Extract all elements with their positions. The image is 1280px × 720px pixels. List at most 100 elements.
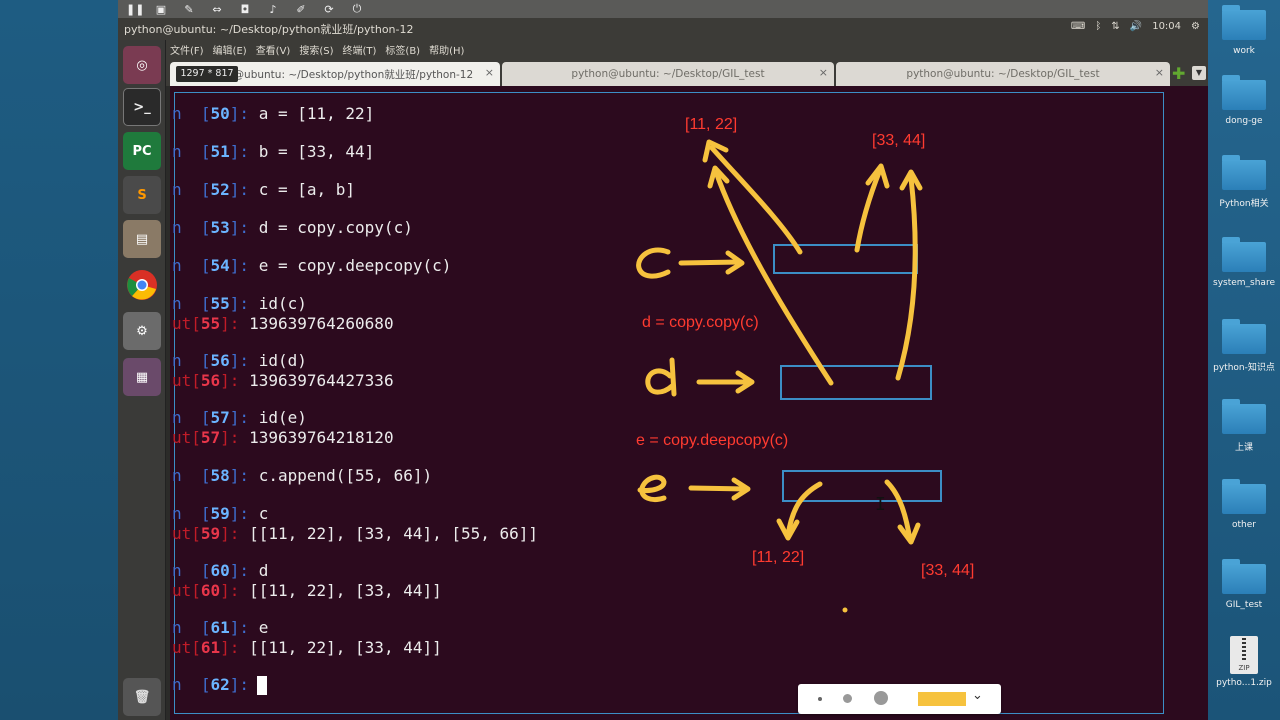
line-content: id(e) (258, 408, 307, 427)
new-tab-icon[interactable]: ✚ (1172, 64, 1185, 83)
folder-icon[interactable] (1222, 318, 1266, 354)
power-icon[interactable]: ⏻ (350, 2, 364, 16)
sublime-text-icon[interactable]: S (123, 176, 161, 214)
chevron-down-icon[interactable]: ⌄ (972, 688, 983, 703)
input-line: n [60]: d (172, 561, 269, 580)
terminal-icon[interactable]: >_ (123, 88, 161, 126)
tab-gil-test-2[interactable]: python@ubuntu: ~/Desktop/GIL_test × (836, 62, 1170, 86)
desktop-icon-label: GIL_test (1225, 600, 1263, 610)
pen-size-small[interactable] (818, 697, 822, 701)
close-icon[interactable]: × (1155, 66, 1164, 79)
folder-icon[interactable] (1222, 478, 1266, 514)
resize-icon[interactable]: ⇔ (210, 3, 224, 16)
prompt-number: 51 (210, 142, 230, 161)
output-line: ut[57]: 139639764218120 (172, 428, 394, 447)
line-content: id(d) (258, 351, 307, 370)
zip-file-icon[interactable]: ZIP (1222, 636, 1266, 674)
prompt-number: 61 (200, 638, 221, 657)
recorder-toolbar: ❚❚ ▣ ✎ ⇔ ◘ ♪ ✐ ⟳ ⏻ (118, 0, 1208, 18)
prompt-number: 55 (210, 294, 230, 313)
prompt-number: 52 (210, 180, 230, 199)
menu-edit[interactable]: 编辑(E) (213, 42, 247, 57)
label-e-caption: e = copy.deepcopy(c) (636, 432, 789, 449)
clock[interactable]: 10:04 (1152, 21, 1181, 32)
prompt-number: 54 (210, 256, 230, 275)
input-line: n [62]: (172, 675, 259, 694)
line-content: 139639764427336 (249, 371, 394, 390)
chrome-icon[interactable] (123, 266, 161, 304)
prompt-number: 59 (200, 524, 221, 543)
folder-icon[interactable] (1222, 4, 1266, 40)
color-swatch[interactable] (918, 692, 966, 706)
workspace-icon[interactable]: ▦ (123, 358, 161, 396)
pen-size-large[interactable] (874, 691, 888, 705)
desktop-icon-label: system_share (1213, 278, 1275, 288)
output-line: ut[60]: [[11, 22], [33, 44]] (172, 581, 442, 600)
settings-icon[interactable]: ⚙ (123, 312, 161, 350)
line-content: 139639764218120 (249, 428, 394, 447)
label-top-11-22: [11, 22] (685, 116, 738, 133)
menu-tabs[interactable]: 标签(B) (385, 42, 420, 57)
folder-icon[interactable] (1222, 558, 1266, 594)
line-content: id(c) (258, 294, 307, 313)
window-title: python@ubuntu: ~/Desktop/python就业班/pytho… (124, 23, 414, 36)
prompt-number: 59 (210, 504, 230, 523)
folder-icon[interactable] (1222, 154, 1266, 190)
close-icon[interactable]: × (485, 66, 494, 79)
prompt-number: 57 (200, 428, 221, 447)
menu-bar: 文件(F) 编辑(E) 查看(V) 搜索(S) 终端(T) 标签(B) 帮助(H… (118, 40, 1208, 58)
folder-icon[interactable] (1222, 74, 1266, 110)
line-content: c.append([55, 66]) (258, 466, 433, 485)
prompt-number: 60 (210, 561, 230, 580)
volume-icon[interactable]: 🔊 (1130, 21, 1142, 32)
mic-icon[interactable]: ♪ (266, 3, 280, 16)
size-badge: 1297 * 817 (176, 66, 238, 82)
pen-icon[interactable]: ✐ (294, 3, 308, 16)
folder-icon[interactable] (1222, 398, 1266, 434)
record-icon[interactable]: ▣ (154, 3, 168, 16)
network-icon[interactable]: ⇅ (1111, 21, 1119, 32)
prompt-number: 62 (210, 675, 230, 694)
close-icon[interactable]: × (819, 66, 828, 79)
input-line: n [57]: id(e) (172, 408, 307, 427)
input-line: n [61]: e (172, 618, 269, 637)
desktop-icon-label: Python相关 (1219, 199, 1269, 209)
desktop-icon-label: dong-ge (1225, 116, 1263, 126)
output-line: ut[59]: [[11, 22], [33, 44], [55, 66]] (172, 524, 539, 543)
prompt-number: 60 (200, 581, 221, 600)
wrench-icon[interactable]: ✎ (182, 3, 196, 16)
folder-icon[interactable] (1222, 236, 1266, 272)
input-line: n [58]: c.append([55, 66]) (172, 466, 433, 485)
input-line: n [55]: id(c) (172, 294, 307, 313)
pause-icon[interactable]: ❚❚ (126, 3, 144, 16)
prompt-number: 56 (210, 351, 230, 370)
trash-icon[interactable]: 🗑 (123, 678, 161, 716)
tab-bar: python@ubuntu: ~/Desktop/python就业班/pytho… (166, 58, 1208, 86)
keyboard-icon[interactable]: ⌨ (1071, 21, 1085, 32)
desktop-icon-label: python-知识点 (1213, 363, 1275, 373)
menu-file[interactable]: 文件(F) (170, 42, 204, 57)
ubuntu-dash-icon[interactable]: ◎ (123, 46, 161, 84)
refresh-icon[interactable]: ⟳ (322, 3, 336, 16)
menu-view[interactable]: 查看(V) (256, 42, 291, 57)
pen-size-medium[interactable] (843, 694, 852, 703)
prompt-number: 53 (210, 218, 230, 237)
files-icon[interactable]: ▤ (123, 220, 161, 258)
line-content: c = [a, b] (258, 180, 356, 199)
camera-icon[interactable]: ◘ (238, 3, 252, 16)
input-line: n [53]: d = copy.copy(c) (172, 218, 413, 237)
line-content: e = copy.deepcopy(c) (258, 256, 452, 275)
menu-search[interactable]: 搜索(S) (299, 42, 333, 57)
desktop-background-left (0, 0, 118, 720)
bluetooth-icon[interactable]: ᛒ (1095, 21, 1101, 32)
prompt-number: 61 (210, 618, 230, 637)
gear-icon[interactable]: ⚙ (1191, 21, 1200, 32)
menu-terminal[interactable]: 终端(T) (343, 42, 377, 57)
prompt-number: 55 (200, 314, 221, 333)
tab-gil-test-1[interactable]: python@ubuntu: ~/Desktop/GIL_test × (502, 62, 834, 86)
line-content: [[11, 22], [33, 44], [55, 66]] (249, 524, 539, 543)
tab-menu-icon[interactable]: ▼ (1192, 66, 1206, 80)
desktop-icon-label: work (1233, 46, 1255, 56)
pycharm-icon[interactable]: PC (123, 132, 161, 170)
menu-help[interactable]: 帮助(H) (429, 42, 464, 57)
